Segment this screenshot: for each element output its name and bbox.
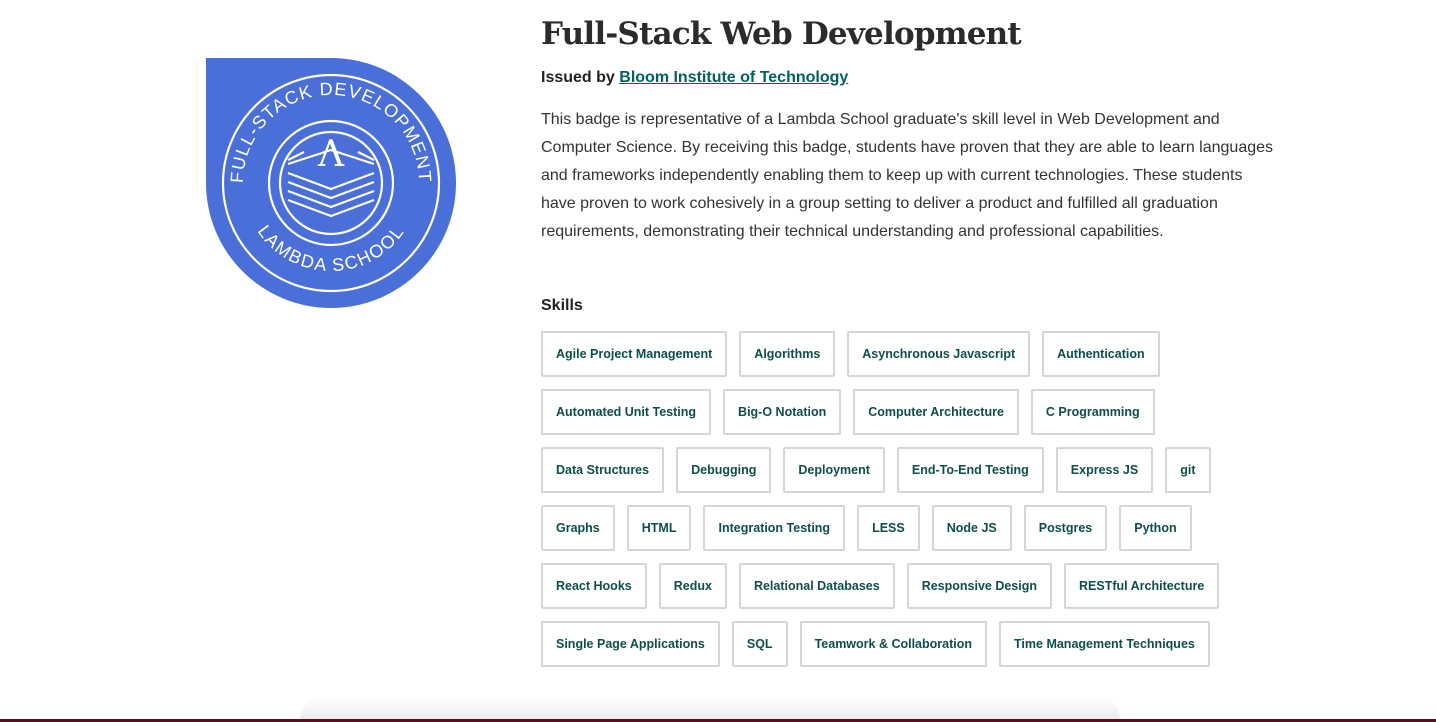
badge-image: FULL-STACK DEVELOPMENT LAMBDA SCHOOL Λ xyxy=(206,58,456,308)
skill-tag[interactable]: git xyxy=(1165,447,1211,493)
skill-tag[interactable]: Automated Unit Testing xyxy=(541,389,712,435)
skills-heading: Skills xyxy=(541,297,583,314)
skill-tag[interactable]: Big-O Notation xyxy=(723,389,842,435)
skill-tag[interactable]: RESTful Architecture xyxy=(1064,563,1220,609)
skill-tag[interactable]: Graphs xyxy=(541,505,615,551)
skill-tag[interactable]: Algorithms xyxy=(739,331,836,377)
skill-tag[interactable]: Asynchronous Javascript xyxy=(847,331,1031,377)
page-title: Full-Stack Web Development xyxy=(541,16,1022,52)
skill-tag[interactable]: Time Management Techniques xyxy=(999,621,1210,667)
skill-tag[interactable]: LESS xyxy=(857,505,920,551)
issued-by: Issued by Bloom Institute of Technology xyxy=(541,69,1301,87)
skill-tag[interactable]: Responsive Design xyxy=(906,563,1053,609)
skill-tag[interactable]: Integration Testing xyxy=(703,505,846,551)
skills-list: Agile Project Management Algorithms Asynch… xyxy=(541,331,1241,667)
skill-tag[interactable]: Computer Architecture xyxy=(853,389,1019,435)
page: FULL-STACK DEVELOPMENT LAMBDA SCHOOL Λ F… xyxy=(0,0,1436,722)
skill-tag[interactable]: Redux xyxy=(658,563,727,609)
skill-tag[interactable]: Debugging xyxy=(676,447,772,493)
skill-tag[interactable]: React Hooks xyxy=(541,563,647,609)
skill-tag[interactable]: Python xyxy=(1119,505,1192,551)
skill-tag[interactable]: HTML xyxy=(626,505,692,551)
issuer-link[interactable]: Bloom Institute of Technology xyxy=(619,69,848,86)
skill-tag[interactable]: Express JS xyxy=(1055,447,1154,493)
badge-lambda-letter: Λ xyxy=(317,134,345,175)
skill-tag[interactable]: Single Page Applications xyxy=(541,621,720,667)
skill-tag[interactable]: SQL xyxy=(731,621,788,667)
main-content: Full-Stack Web Development Issued by Blo… xyxy=(541,14,1301,667)
badge-description: This badge is representative of a Lambda… xyxy=(541,111,1274,240)
skill-tag[interactable]: Deployment xyxy=(783,447,885,493)
skill-tag[interactable]: End-To-End Testing xyxy=(896,447,1044,493)
skill-tag[interactable]: C Programming xyxy=(1030,389,1155,435)
issued-by-label: Issued by xyxy=(541,69,615,86)
skill-tag[interactable]: Agile Project Management xyxy=(541,331,728,377)
skill-tag[interactable]: Data Structures xyxy=(541,447,665,493)
skill-tag[interactable]: Teamwork & Collaboration xyxy=(799,621,988,667)
skill-tag[interactable]: Postgres xyxy=(1023,505,1108,551)
skill-tag[interactable]: Authentication xyxy=(1042,331,1160,377)
skill-tag[interactable]: Relational Databases xyxy=(738,563,895,609)
bottom-shadow xyxy=(300,697,1120,719)
skill-tag[interactable]: Node JS xyxy=(931,505,1012,551)
